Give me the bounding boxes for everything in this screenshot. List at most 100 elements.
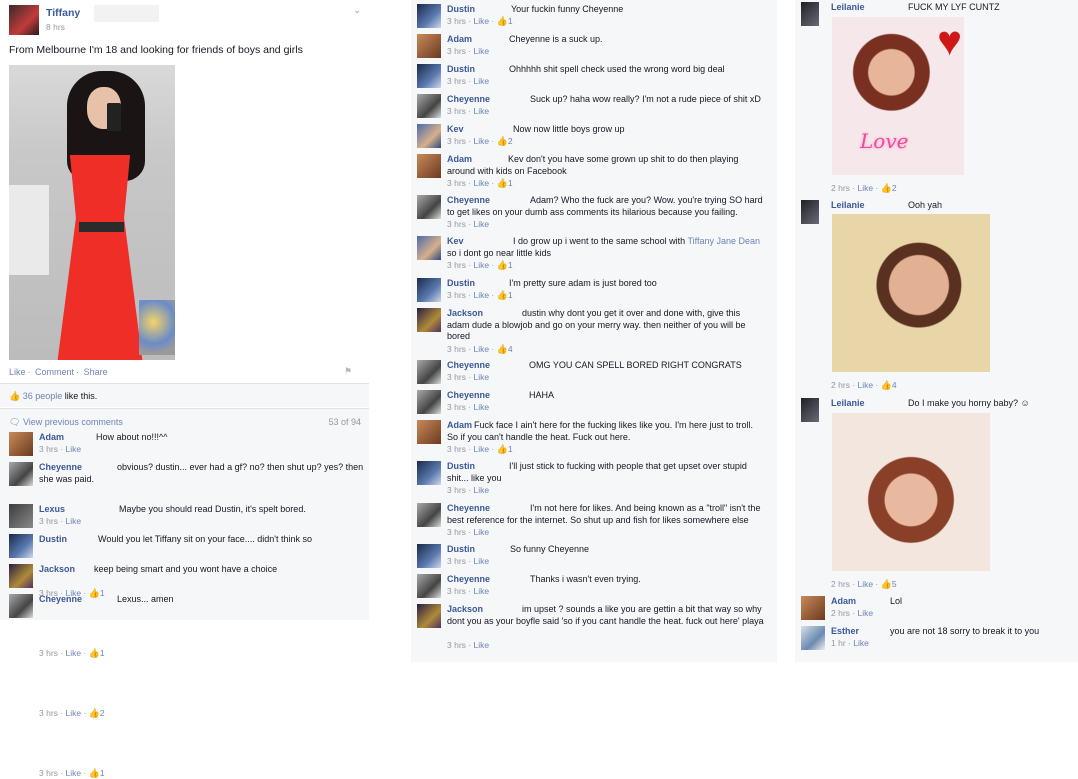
- comment-timestamp[interactable]: 3 hrs: [447, 46, 466, 56]
- comment-like-button[interactable]: Like: [473, 344, 489, 354]
- flag-icon[interactable]: ⚑: [344, 366, 352, 377]
- commenter-avatar[interactable]: [417, 604, 441, 628]
- comment-timestamp[interactable]: 3 hrs: [447, 136, 466, 146]
- commenter-avatar[interactable]: [417, 461, 441, 485]
- comment-like-button[interactable]: Like: [473, 219, 489, 229]
- commenter-avatar[interactable]: [417, 124, 441, 148]
- commenter-name[interactable]: Esther: [831, 626, 859, 636]
- comment-timestamp[interactable]: 3 hrs: [447, 178, 466, 188]
- comment-timestamp[interactable]: 3 hrs: [447, 76, 466, 86]
- commenter-avatar[interactable]: [417, 34, 441, 58]
- commenter-avatar[interactable]: [801, 200, 819, 224]
- comment-timestamp[interactable]: 3 hrs: [447, 485, 466, 495]
- commenter-name[interactable]: Leilanie: [831, 200, 865, 210]
- comment-like-count[interactable]: 1: [508, 178, 513, 188]
- comment-like-count[interactable]: 1: [100, 588, 105, 598]
- comment-like-count[interactable]: 2: [100, 708, 105, 718]
- commenter-avatar[interactable]: [801, 596, 825, 620]
- comment-timestamp[interactable]: 3 hrs: [447, 344, 466, 354]
- comment-timestamp[interactable]: 3 hrs: [447, 372, 466, 382]
- comment-timestamp[interactable]: 3 hrs: [447, 586, 466, 596]
- comment-like-count[interactable]: 2: [892, 183, 897, 193]
- commenter-avatar[interactable]: [417, 420, 441, 444]
- comment-like-button[interactable]: Like: [857, 380, 873, 390]
- comment-like-button[interactable]: Like: [473, 372, 489, 382]
- commenter-avatar[interactable]: [417, 195, 441, 219]
- mention-link[interactable]: Tiffany Jane Dean: [687, 236, 760, 246]
- comment-timestamp[interactable]: 3 hrs: [39, 648, 58, 658]
- comment-timestamp[interactable]: 2 hrs: [831, 183, 850, 193]
- comment-like-button[interactable]: Like: [473, 16, 489, 26]
- comment-like-count[interactable]: 1: [508, 290, 513, 300]
- comment-photo[interactable]: [832, 413, 990, 571]
- comment-like-count[interactable]: 1: [100, 768, 105, 778]
- comment-timestamp[interactable]: 3 hrs: [39, 708, 58, 718]
- comment-timestamp[interactable]: 3 hrs: [39, 768, 58, 778]
- comment-like-button[interactable]: Like: [473, 290, 489, 300]
- commenter-avatar[interactable]: [9, 504, 33, 528]
- comment-like-button[interactable]: Like: [473, 136, 489, 146]
- view-previous-comments-link[interactable]: View previous comments: [23, 417, 123, 427]
- post-photo[interactable]: [9, 65, 175, 360]
- likes-count-link[interactable]: 36 people: [23, 391, 63, 401]
- commenter-avatar[interactable]: [417, 503, 441, 527]
- commenter-avatar[interactable]: [417, 154, 441, 178]
- comment-button[interactable]: Comment: [35, 367, 74, 377]
- commenter-name[interactable]: Cheyenne: [39, 594, 82, 604]
- commenter-avatar[interactable]: [417, 390, 441, 414]
- share-button[interactable]: Share: [84, 367, 108, 377]
- commenter-name[interactable]: Dustin: [39, 534, 67, 544]
- commenter-avatar[interactable]: [9, 432, 33, 456]
- comment-timestamp[interactable]: 3 hrs: [447, 290, 466, 300]
- commenter-avatar[interactable]: [417, 308, 441, 332]
- comment-timestamp[interactable]: 3 hrs: [447, 260, 466, 270]
- commenter-name[interactable]: Lexus: [39, 504, 65, 514]
- commenter-avatar[interactable]: [417, 360, 441, 384]
- comment-timestamp[interactable]: 3 hrs: [447, 444, 466, 454]
- commenter-avatar[interactable]: [417, 574, 441, 598]
- comment-timestamp[interactable]: 3 hrs: [39, 516, 58, 526]
- commenter-avatar[interactable]: [801, 2, 819, 26]
- comment-like-button[interactable]: Like: [473, 586, 489, 596]
- commenter-avatar[interactable]: [9, 534, 33, 558]
- comment-timestamp[interactable]: 3 hrs: [447, 16, 466, 26]
- comment-like-count[interactable]: 1: [508, 444, 513, 454]
- commenter-avatar[interactable]: [417, 4, 441, 28]
- comment-like-button[interactable]: Like: [853, 638, 869, 648]
- like-button[interactable]: Like: [9, 367, 26, 377]
- comment-timestamp[interactable]: 3 hrs: [447, 640, 466, 650]
- comment-like-count[interactable]: 1: [100, 648, 105, 658]
- comment-timestamp[interactable]: 3 hrs: [447, 219, 466, 229]
- commenter-name[interactable]: Leilanie: [831, 398, 865, 408]
- comment-like-button[interactable]: Like: [65, 648, 81, 658]
- commenter-avatar[interactable]: [417, 278, 441, 302]
- comment-like-count[interactable]: 1: [508, 16, 513, 26]
- comment-like-button[interactable]: Like: [473, 106, 489, 116]
- comment-photo[interactable]: ♥ Love: [832, 17, 964, 175]
- comment-like-count[interactable]: 5: [892, 579, 897, 589]
- comment-timestamp[interactable]: 3 hrs: [447, 556, 466, 566]
- commenter-name[interactable]: Adam: [39, 432, 64, 442]
- comment-like-button[interactable]: Like: [473, 178, 489, 188]
- comment-timestamp[interactable]: 2 hrs: [831, 380, 850, 390]
- comment-like-count[interactable]: 1: [508, 260, 513, 270]
- comment-like-button[interactable]: Like: [857, 579, 873, 589]
- comment-like-button[interactable]: Like: [473, 46, 489, 56]
- comment-like-button[interactable]: Like: [473, 527, 489, 537]
- comment-like-button[interactable]: Like: [857, 608, 873, 618]
- commenter-name[interactable]: Jackson: [39, 564, 75, 574]
- commenter-name[interactable]: Adam: [831, 596, 856, 606]
- comment-like-button[interactable]: Like: [473, 485, 489, 495]
- commenter-avatar[interactable]: [417, 64, 441, 88]
- commenter-avatar[interactable]: [417, 544, 441, 568]
- comment-photo[interactable]: [832, 214, 990, 372]
- comment-timestamp[interactable]: 3 hrs: [447, 402, 466, 412]
- commenter-avatar[interactable]: [9, 564, 33, 588]
- comment-timestamp[interactable]: 2 hrs: [831, 579, 850, 589]
- comment-like-count[interactable]: 2: [508, 136, 513, 146]
- comment-timestamp[interactable]: 2 hrs: [831, 608, 850, 618]
- comment-like-button[interactable]: Like: [473, 260, 489, 270]
- commenter-avatar[interactable]: [417, 236, 441, 260]
- comment-like-button[interactable]: Like: [473, 444, 489, 454]
- comment-timestamp[interactable]: 3 hrs: [447, 527, 466, 537]
